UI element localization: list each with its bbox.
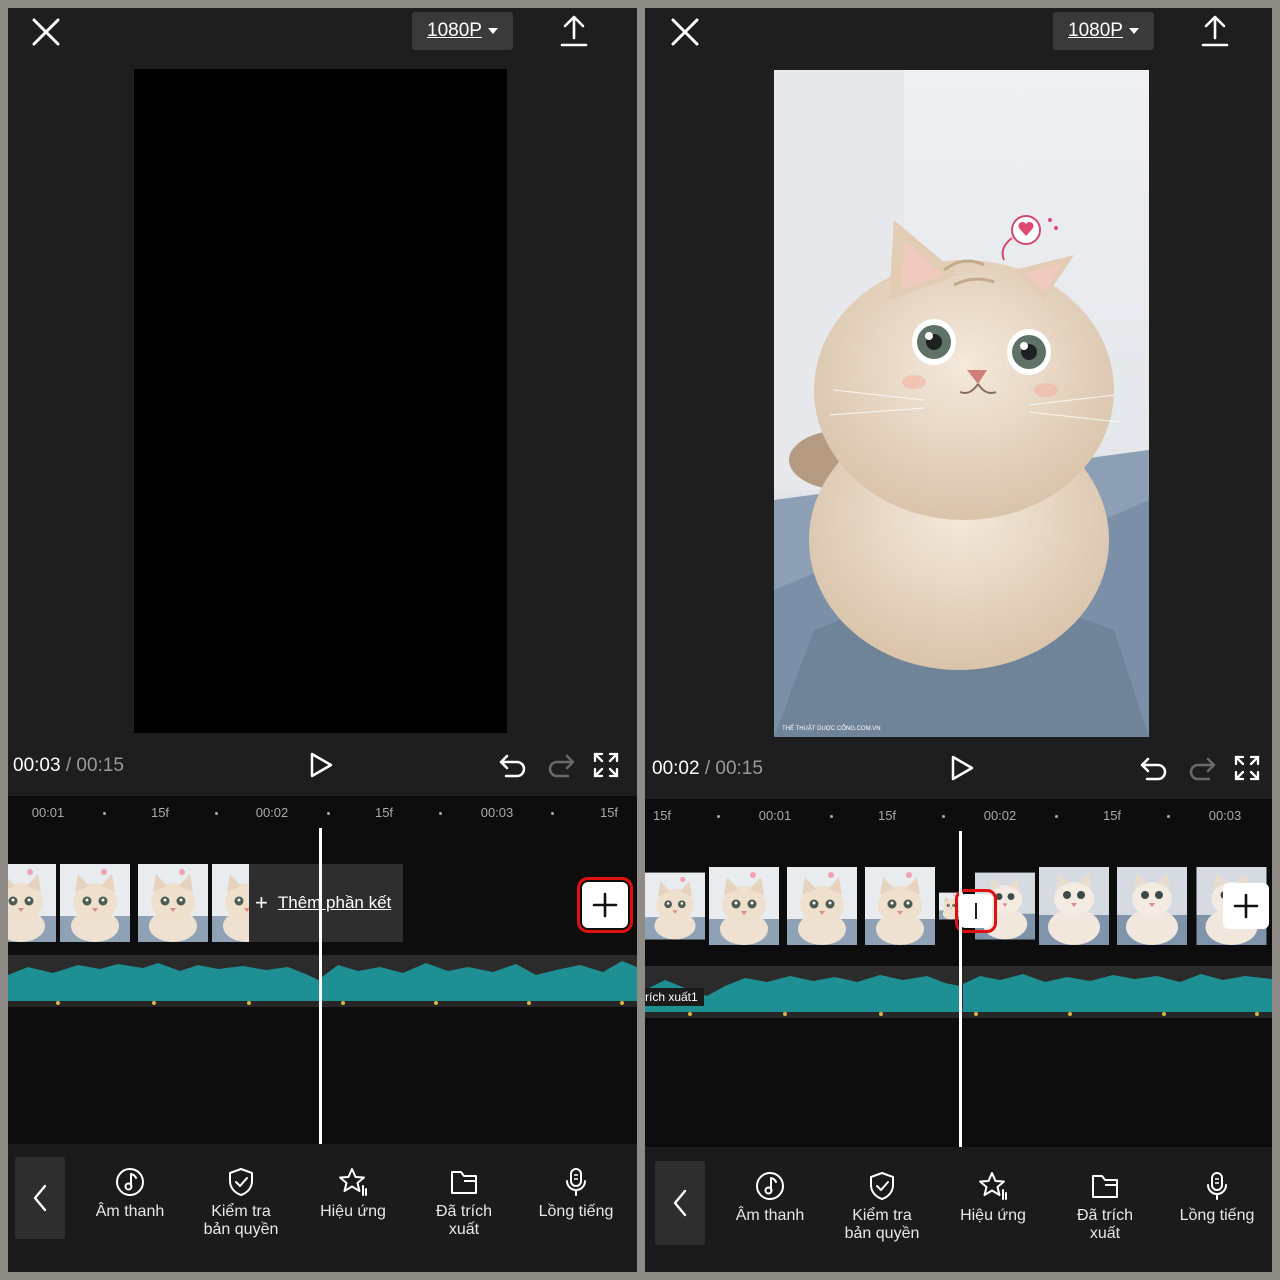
watermark: THẾ THUẬT DUỢC CỔNG.COM.VN <box>782 725 881 732</box>
resolution-dropdown[interactable]: 1080P <box>1053 12 1154 50</box>
resolution-label: 1080P <box>1068 20 1123 41</box>
resolution-label: 1080P <box>427 20 482 41</box>
tool-copyright-check[interactable]: Kiểm tra bản quyền <box>827 1170 937 1243</box>
play-icon[interactable] <box>949 754 975 782</box>
tool-effects[interactable]: Hiệu ứng <box>298 1166 408 1221</box>
editor-right-screen: 1080P THẾ THUẬT DUỢC CỔNG.COM.VN 00:02 /… <box>645 8 1272 1272</box>
clip-thumbnail <box>8 864 56 942</box>
add-ending-button[interactable]: + Thêm phần kết <box>249 864 403 942</box>
chevron-down-icon <box>487 28 498 34</box>
close-icon[interactable] <box>30 16 62 48</box>
shield-check-icon <box>229 1168 253 1196</box>
time-ruler: 00:01 15f 00:02 15f 00:03 15f <box>31 805 619 820</box>
back-button[interactable] <box>15 1157 65 1239</box>
add-clip-button[interactable] <box>577 877 633 933</box>
play-icon[interactable] <box>308 751 334 779</box>
transition-marker-icon <box>975 903 977 919</box>
bottom-toolbar: Âm thanh Kiểm tra bản quyền Hiệu ứng Đã … <box>8 1144 637 1272</box>
redo-icon[interactable] <box>1187 755 1217 781</box>
back-button[interactable] <box>655 1161 705 1245</box>
export-icon[interactable] <box>558 14 590 48</box>
microphone-icon <box>566 1168 586 1196</box>
tool-extracted[interactable]: Đã trích xuất <box>409 1166 519 1239</box>
video-clip-1[interactable] <box>645 867 963 945</box>
transition-button[interactable] <box>955 889 997 933</box>
clip-thumbnail <box>861 867 939 945</box>
resolution-dropdown[interactable]: 1080P <box>412 12 513 50</box>
export-icon[interactable] <box>1199 14 1231 48</box>
plus-icon <box>592 892 618 918</box>
tool-audio[interactable]: Âm thanh <box>75 1166 185 1221</box>
total-time: 00:15 <box>76 755 124 776</box>
time-display: 00:02 / 00:15 <box>652 758 763 779</box>
shield-check-icon <box>870 1172 894 1200</box>
current-time: 00:03 <box>13 755 61 776</box>
clip-thumbnail <box>783 867 861 945</box>
editor-left-screen: 1080P 00:03 / 00:15 00:01 15f 00:02 15f … <box>8 8 637 1272</box>
cat-video-frame: THẾ THUẬT DUỢC CỔNG.COM.VN <box>774 70 1149 737</box>
audio-clip-label: rích xuất1 <box>645 988 704 1006</box>
add-clip-button[interactable] <box>1223 883 1269 929</box>
plus-icon <box>1233 893 1259 919</box>
timeline[interactable]: 00:01 15f 00:02 15f 00:03 15f + Thêm phầ… <box>8 796 637 1144</box>
chevron-down-icon <box>1128 28 1139 34</box>
timeline[interactable]: 15f 00:01 15f 00:02 15f 00:03 rích xuất1 <box>645 799 1272 1147</box>
tool-audio[interactable]: Âm thanh <box>715 1170 825 1225</box>
playhead[interactable] <box>319 828 322 1144</box>
chevron-left-icon <box>33 1184 47 1212</box>
clip-thumbnail <box>645 867 705 945</box>
redo-icon[interactable] <box>546 752 576 778</box>
audio-track[interactable] <box>8 955 637 1007</box>
clip-thumbnail <box>1113 867 1191 945</box>
close-icon[interactable] <box>669 16 701 48</box>
clip-thumbnail <box>134 864 212 942</box>
audio-waveform <box>8 961 637 1007</box>
microphone-icon <box>1207 1172 1227 1200</box>
clip-thumbnail <box>705 867 783 945</box>
bottom-toolbar: Âm thanh Kiểm tra bản quyền Hiệu ứng Đã … <box>645 1147 1272 1272</box>
star-effect-icon <box>339 1168 367 1196</box>
video-clip[interactable] <box>8 864 249 942</box>
video-preview <box>134 69 507 733</box>
time-ruler: 15f 00:01 15f 00:02 15f 00:03 <box>652 808 1242 823</box>
plus-icon: + <box>255 890 268 915</box>
chevron-left-icon <box>673 1189 687 1217</box>
undo-icon[interactable] <box>498 752 528 778</box>
folder-icon <box>451 1171 477 1194</box>
tool-voiceover[interactable]: Lồng tiếng <box>521 1166 631 1221</box>
current-time: 00:02 <box>652 758 700 779</box>
tool-effects[interactable]: Hiệu ứng <box>938 1170 1048 1225</box>
folder-icon <box>1092 1175 1118 1198</box>
star-effect-icon <box>979 1172 1007 1200</box>
clip-thumbnail <box>1035 867 1113 945</box>
undo-icon[interactable] <box>1139 755 1169 781</box>
playhead[interactable] <box>959 831 962 1147</box>
tool-copyright-check[interactable]: Kiểm tra bản quyền <box>186 1166 296 1239</box>
fullscreen-icon[interactable] <box>593 752 619 778</box>
tool-voiceover[interactable]: Lồng tiếng <box>1162 1170 1272 1225</box>
fullscreen-icon[interactable] <box>1234 755 1260 781</box>
music-note-icon <box>116 1168 144 1196</box>
add-ending-label: Thêm phần kết <box>277 893 392 912</box>
time-display: 00:03 / 00:15 <box>13 755 124 776</box>
total-time: 00:15 <box>715 758 763 779</box>
clip-thumbnail <box>56 864 134 942</box>
tool-extracted[interactable]: Đã trích xuất <box>1050 1170 1160 1243</box>
music-note-icon <box>756 1172 784 1200</box>
video-preview: THẾ THUẬT DUỢC CỔNG.COM.VN <box>774 70 1149 737</box>
